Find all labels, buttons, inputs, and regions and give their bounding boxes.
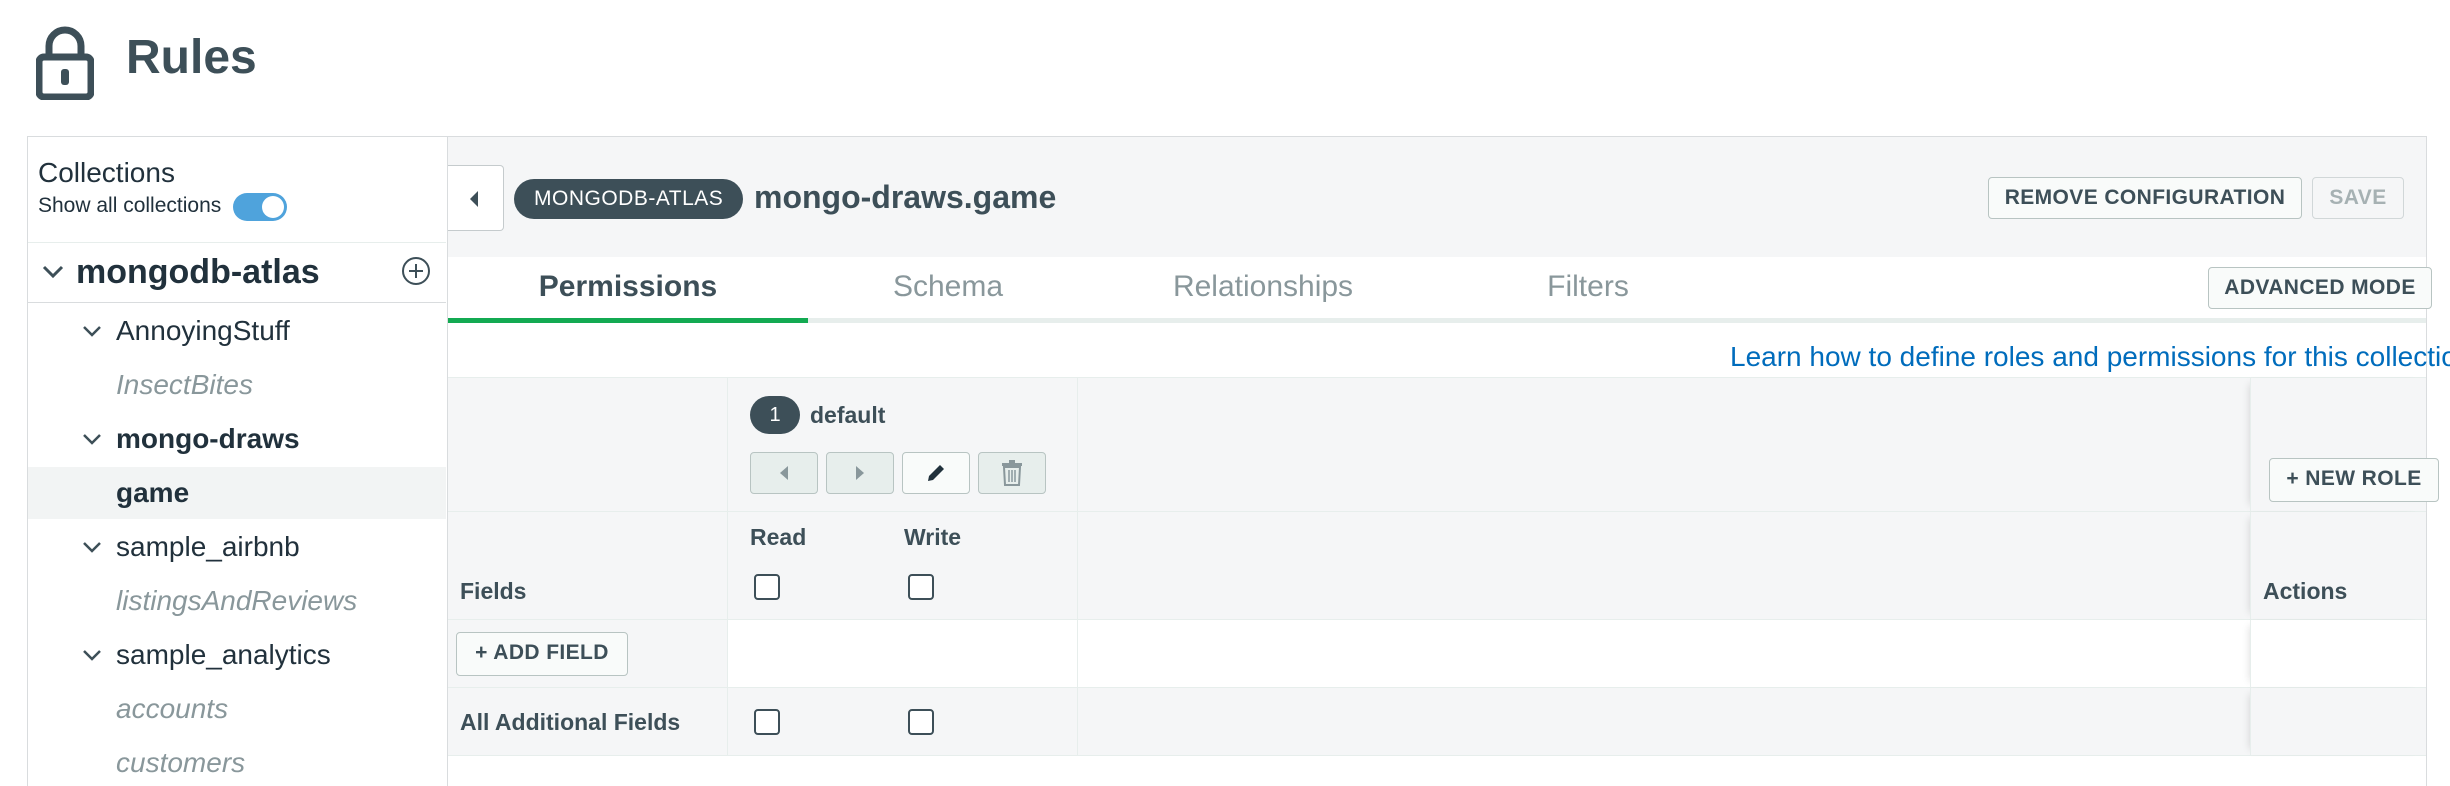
collection-toolbar: MONGODB-ATLAS mongo-draws.game REMOVE CO… bbox=[448, 137, 2426, 257]
database-row[interactable]: AnnoyingStuff bbox=[28, 305, 446, 357]
database-row[interactable]: sample_analytics bbox=[28, 629, 446, 681]
database-name: sample_analytics bbox=[116, 639, 331, 670]
fields-label: Fields bbox=[460, 578, 527, 604]
role-column-default: 1 default bbox=[728, 378, 1078, 511]
add-field-button[interactable]: + ADD FIELD bbox=[456, 632, 628, 676]
empty-actions-cell bbox=[2250, 620, 2426, 687]
move-role-left-button[interactable] bbox=[750, 452, 818, 494]
collection-row[interactable]: InsectBites bbox=[28, 359, 446, 411]
chevron-down-icon[interactable] bbox=[80, 319, 104, 343]
move-role-right-button[interactable] bbox=[826, 452, 894, 494]
chevron-down-icon[interactable] bbox=[80, 535, 104, 559]
collection-name: game bbox=[116, 477, 190, 508]
read-label: Read bbox=[750, 524, 807, 550]
additional-actions-cell bbox=[2250, 688, 2426, 755]
collection-name: InsectBites bbox=[116, 369, 253, 400]
service-badge: MONGODB-ATLAS bbox=[514, 179, 744, 219]
advanced-mode-button[interactable]: ADVANCED MODE bbox=[2208, 267, 2432, 309]
collection-row[interactable]: accounts bbox=[28, 683, 446, 735]
permissions-table: 1 default + NEW ROLE Fields Read Write A… bbox=[448, 377, 2439, 786]
additional-fields-cell: All Additional Fields bbox=[448, 688, 728, 755]
chevron-down-icon[interactable] bbox=[40, 259, 66, 285]
collection-row-selected[interactable]: game bbox=[28, 467, 446, 519]
database-name: sample_airbnb bbox=[116, 531, 300, 562]
actions-label: Actions bbox=[2263, 578, 2348, 604]
role-index-badge: 1 bbox=[750, 396, 800, 434]
collections-label: Collections bbox=[38, 157, 175, 188]
caret-right-icon bbox=[856, 466, 864, 480]
pencil-icon bbox=[928, 465, 944, 481]
database-row[interactable]: sample_airbnb bbox=[28, 521, 446, 573]
rules-tabs: Permissions Schema Relationships Filters bbox=[448, 257, 2426, 323]
tab-relationships[interactable]: Relationships bbox=[1088, 257, 1438, 323]
roles-row: 1 default + NEW ROLE bbox=[448, 378, 2439, 512]
database-name: mongo-draws bbox=[116, 423, 300, 454]
show-all-collections-label: Show all collections bbox=[38, 194, 222, 217]
cluster-name: mongodb-atlas bbox=[76, 253, 320, 291]
edit-role-button[interactable] bbox=[902, 452, 970, 494]
save-button[interactable]: SAVE bbox=[2312, 177, 2404, 219]
cluster-row[interactable]: mongodb-atlas bbox=[28, 243, 446, 303]
caret-left-icon bbox=[470, 191, 478, 207]
write-all-checkbox[interactable] bbox=[908, 574, 934, 600]
rules-panel: Collections Show all collections mongodb… bbox=[27, 136, 2450, 786]
additional-fields-row: All Additional Fields bbox=[448, 688, 2426, 756]
sidebar-header: Collections Show all collections bbox=[28, 137, 446, 243]
collapse-sidebar-button[interactable] bbox=[448, 165, 504, 231]
roles-corner-cell bbox=[448, 378, 728, 511]
trash-icon bbox=[1002, 460, 1022, 486]
additional-write-checkbox[interactable] bbox=[908, 709, 934, 735]
learn-roles-link[interactable]: Learn how to define roles and permission… bbox=[1730, 341, 2450, 373]
show-all-collections-toggle[interactable] bbox=[233, 193, 287, 221]
tab-schema[interactable]: Schema bbox=[808, 257, 1088, 323]
actions-header-cell: Actions bbox=[2250, 512, 2426, 619]
database-row[interactable]: mongo-draws bbox=[28, 413, 446, 465]
page-header: Rules bbox=[0, 0, 2450, 136]
delete-role-button[interactable] bbox=[978, 452, 1046, 494]
database-name: AnnoyingStuff bbox=[116, 315, 290, 346]
lock-icon bbox=[36, 26, 94, 100]
collection-name: customers bbox=[116, 747, 246, 778]
add-field-row: + ADD FIELD bbox=[448, 620, 2426, 688]
toggle-knob bbox=[262, 196, 284, 218]
empty-cell bbox=[728, 620, 1078, 687]
collection-row[interactable]: listingsAndReviews bbox=[28, 575, 446, 627]
field-header-row: Fields Read Write Actions bbox=[448, 512, 2426, 620]
role-name[interactable]: default bbox=[810, 402, 885, 429]
read-write-header-cell: Read Write bbox=[728, 512, 1078, 619]
collection-row[interactable]: customers bbox=[28, 737, 446, 786]
remove-configuration-button[interactable]: REMOVE CONFIGURATION bbox=[1988, 177, 2302, 219]
additional-fields-label: All Additional Fields bbox=[460, 709, 681, 735]
write-label: Write bbox=[904, 524, 962, 550]
add-collection-icon[interactable] bbox=[400, 255, 432, 287]
fields-header-cell: Fields bbox=[448, 512, 728, 619]
collection-name: accounts bbox=[116, 693, 229, 724]
chevron-down-icon[interactable] bbox=[80, 427, 104, 451]
additional-read-checkbox[interactable] bbox=[754, 709, 780, 735]
actions-column: + NEW ROLE bbox=[2250, 378, 2439, 511]
caret-left-icon bbox=[780, 466, 788, 480]
new-role-button[interactable]: + NEW ROLE bbox=[2269, 458, 2439, 502]
collections-sidebar: Collections Show all collections mongodb… bbox=[28, 137, 448, 786]
rules-content: MONGODB-ATLAS mongo-draws.game REMOVE CO… bbox=[448, 137, 2450, 786]
additional-fields-permissions bbox=[728, 688, 1078, 755]
tab-filters[interactable]: Filters bbox=[1438, 257, 1738, 323]
chevron-down-icon[interactable] bbox=[80, 643, 104, 667]
collection-title: mongo-draws.game bbox=[754, 179, 1057, 215]
read-all-checkbox[interactable] bbox=[754, 574, 780, 600]
page-title: Rules bbox=[126, 31, 257, 84]
add-field-cell: + ADD FIELD bbox=[448, 620, 728, 687]
tab-permissions[interactable]: Permissions bbox=[448, 257, 808, 323]
collection-name: listingsAndReviews bbox=[116, 585, 358, 616]
